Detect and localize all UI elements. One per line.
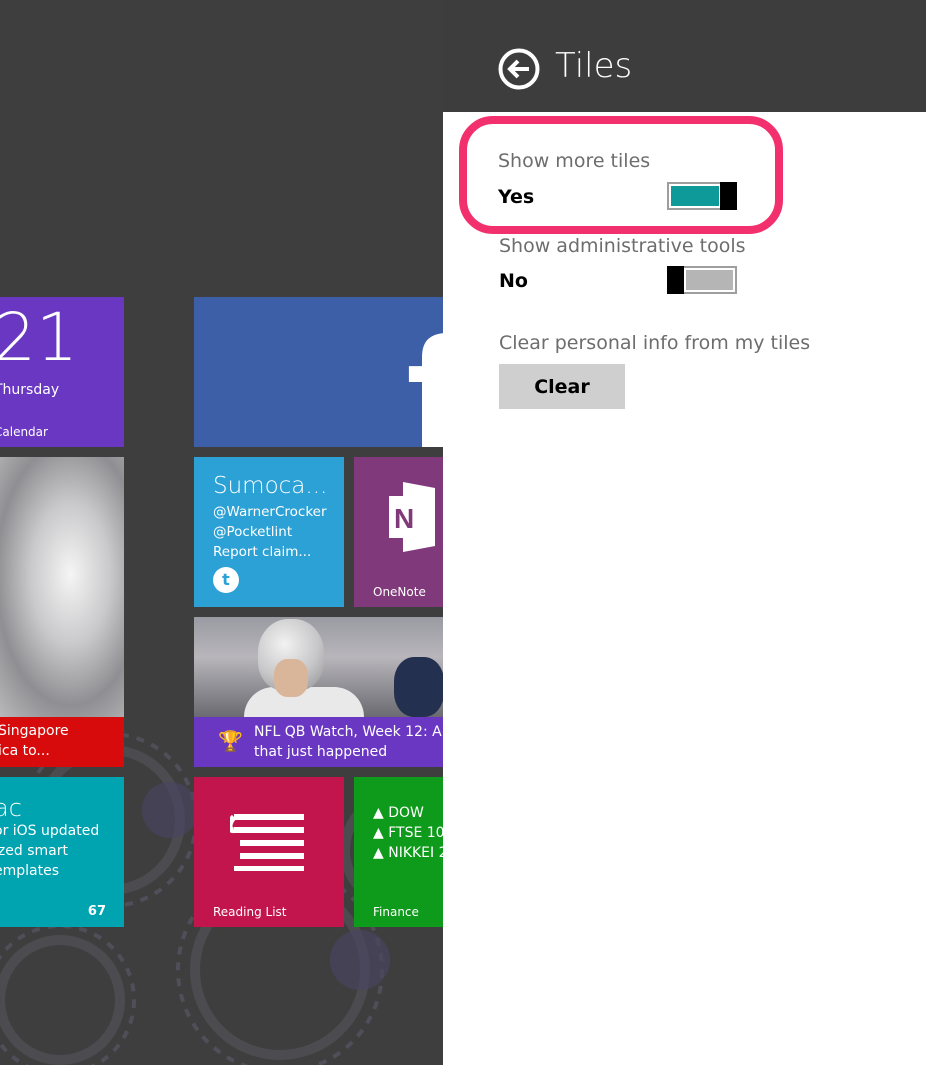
- finance-tile[interactable]: ▲ DOW ▲ FTSE 100 ▲ NIKKEI 225 Finance: [354, 777, 443, 927]
- calendar-tile[interactable]: 21 Thursday Calendar: [0, 297, 124, 447]
- news-line: ica to...: [0, 743, 50, 759]
- sports-tile[interactable]: 🏆 NFL QB Watch, Week 12: And that just h…: [194, 617, 443, 767]
- finance-label: Finance: [373, 905, 419, 919]
- mac-line: ized smart: [0, 843, 68, 859]
- page-title: Tiles: [555, 46, 633, 86]
- facebook-tile[interactable]: f: [194, 297, 443, 447]
- news-headline: Singapore ica to...: [0, 717, 124, 767]
- toggle-thumb: [720, 182, 737, 210]
- toggle-track: [671, 186, 719, 206]
- mac-line: or iOS updated: [0, 823, 100, 839]
- clear-info-label: Clear personal info from my tiles: [499, 332, 811, 354]
- show-more-tiles-toggle[interactable]: [667, 182, 737, 210]
- finance-line: ▲ DOW: [373, 805, 424, 821]
- player-face: [274, 659, 308, 697]
- twitter-line: Report claim...: [213, 544, 312, 560]
- mac-title: ac: [0, 794, 22, 822]
- calendar-day: Thursday: [0, 382, 60, 398]
- calendar-label: Calendar: [0, 425, 48, 439]
- onenote-tile[interactable]: N OneNote: [354, 457, 443, 607]
- toggle-thumb: [667, 266, 684, 294]
- trophy-icon: 🏆: [218, 729, 243, 753]
- show-more-tiles-label: Show more tiles: [498, 150, 651, 172]
- finance-line: ▲ FTSE 100: [373, 825, 443, 841]
- sports-headline: 🏆 NFL QB Watch, Week 12: And that just h…: [194, 717, 443, 767]
- toggle-track: [686, 270, 733, 290]
- reading-list-tile[interactable]: Reading List: [194, 777, 344, 927]
- news-photo: [0, 457, 124, 717]
- screen: 21 Thursday Calendar f Singapore ica to.…: [0, 0, 926, 1065]
- twitter-title: Sumoca...: [213, 473, 328, 499]
- opponent-player: [394, 657, 443, 717]
- finance-line: ▲ NIKKEI 225: [373, 845, 443, 861]
- sports-line: that just happened: [254, 744, 388, 760]
- admin-tools-toggle[interactable]: [667, 266, 737, 294]
- pane-header: Tiles: [443, 0, 926, 112]
- twitter-icon: t: [213, 567, 239, 593]
- mac-count-badge: 67: [87, 904, 106, 919]
- onenote-icon: N: [389, 482, 435, 552]
- sports-photo: [194, 617, 443, 727]
- sports-line: NFL QB Watch, Week 12: And: [254, 724, 443, 740]
- onenote-label: OneNote: [373, 585, 426, 599]
- svg-text:N: N: [394, 503, 414, 534]
- facebook-icon: f: [406, 303, 443, 447]
- reading-list-icon: [230, 814, 304, 871]
- twitter-line: @WarnerCrocker: [213, 504, 327, 520]
- twitter-tile[interactable]: Sumoca... @WarnerCrocker @Pocketlint Rep…: [194, 457, 344, 607]
- start-screen: 21 Thursday Calendar f Singapore ica to.…: [0, 0, 443, 1065]
- show-more-tiles-value: Yes: [498, 186, 535, 208]
- back-arrow-icon[interactable]: [498, 48, 540, 90]
- calendar-date: 21: [0, 299, 78, 376]
- admin-tools-label: Show administrative tools: [499, 235, 746, 257]
- highlight-callout: Show more tiles Yes: [459, 116, 783, 234]
- mac-line: emplates: [0, 863, 60, 879]
- news-tile[interactable]: Singapore ica to...: [0, 457, 124, 767]
- clear-button[interactable]: Clear: [499, 364, 625, 409]
- reading-list-label: Reading List: [213, 905, 287, 919]
- news-line: Singapore: [0, 723, 69, 739]
- mac-news-tile[interactable]: ac or iOS updated ized smart emplates 67: [0, 777, 124, 927]
- admin-tools-value: No: [499, 270, 528, 292]
- twitter-line: @Pocketlint: [213, 524, 293, 540]
